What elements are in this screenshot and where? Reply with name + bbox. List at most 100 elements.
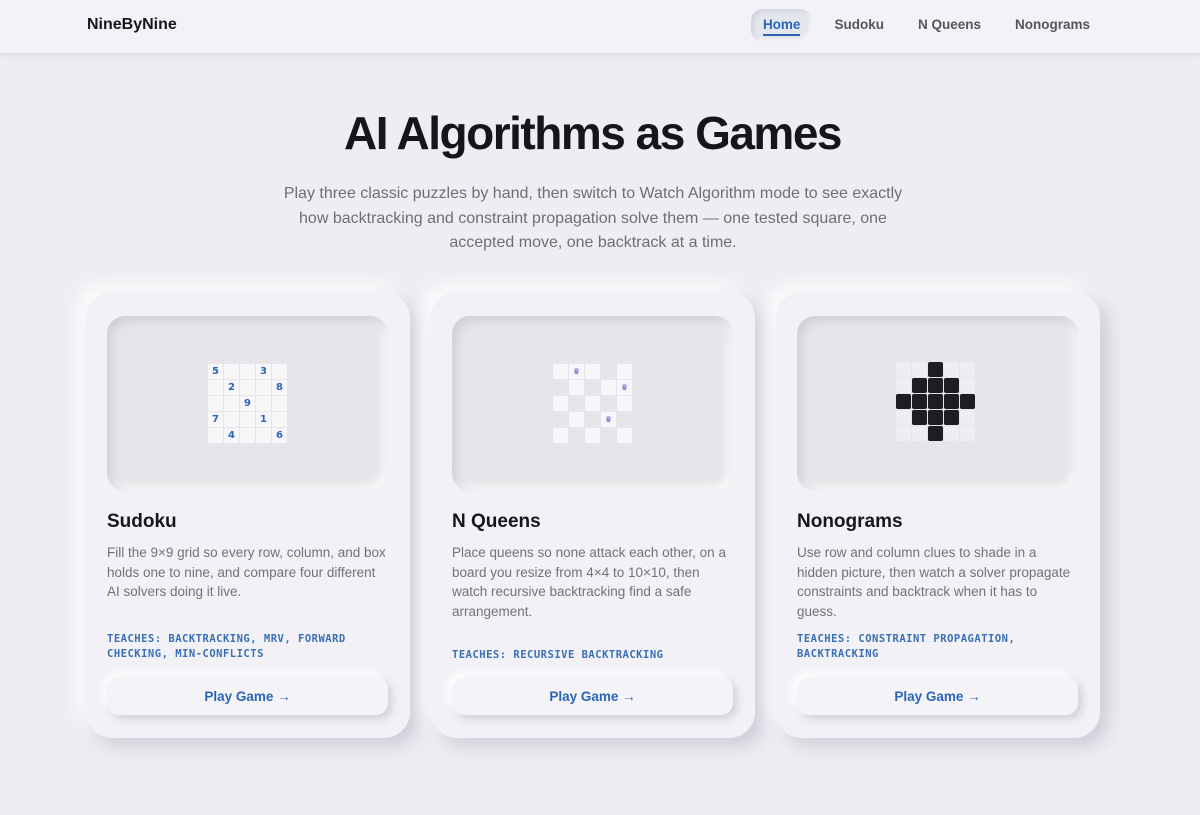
card-description: Fill the 9×9 grid so every row, column, … [107, 545, 386, 600]
n-queens-preview: ♛ ♛ ♛ [452, 316, 733, 491]
board-square [553, 380, 568, 395]
card-teaches: TEACHES: RECURSIVE BACKTRACKING [452, 649, 664, 661]
empty-cell [896, 426, 911, 441]
empty-cell [896, 410, 911, 425]
board-square [601, 396, 616, 411]
sudoku-cell [256, 380, 271, 395]
empty-cell [912, 426, 927, 441]
board-square [569, 396, 584, 411]
sudoku-mini-grid: 5 3 2 8 9 7 1 4 6 [208, 364, 287, 443]
sudoku-cell [208, 380, 223, 395]
sudoku-cell: 2 [224, 380, 239, 395]
sudoku-cell [240, 380, 255, 395]
board-square [553, 412, 568, 427]
sudoku-cell [240, 364, 255, 379]
filled-cell [928, 426, 943, 441]
sudoku-cell [224, 364, 239, 379]
nonogram-mini-grid [896, 362, 975, 441]
sudoku-cell [256, 428, 271, 443]
board-square [617, 364, 632, 379]
sudoku-cell [224, 412, 239, 427]
sudoku-cell: 6 [272, 428, 287, 443]
board-square [569, 412, 584, 427]
filled-cell [912, 394, 927, 409]
board-square [585, 364, 600, 379]
queen-icon: ♛ [569, 364, 584, 379]
page-subtitle: Play three classic puzzles by hand, then… [283, 185, 903, 251]
sudoku-cell [240, 428, 255, 443]
nav-home[interactable]: Home [750, 9, 813, 42]
sudoku-cell: 7 [208, 412, 223, 427]
board-square [585, 380, 600, 395]
card-teaches: TEACHES: BACKTRACKING, MRV, FORWARD CHEC… [107, 633, 346, 660]
sudoku-cell: 5 [208, 364, 223, 379]
card-title: Nonograms [797, 511, 903, 532]
card-sudoku: 5 3 2 8 9 7 1 4 6 Sudoku Fill the 9×9 grid so ev… [86, 292, 410, 738]
play-sudoku-button[interactable]: Play Game → [107, 677, 388, 715]
filled-cell [928, 378, 943, 393]
board-square [617, 428, 632, 443]
card-description: Place queens so none attack each other, … [452, 545, 726, 619]
board-square [617, 412, 632, 427]
sudoku-cell: 8 [272, 380, 287, 395]
filled-cell [912, 378, 927, 393]
nonograms-preview [797, 316, 1078, 491]
queen-icon: ♛ [601, 412, 616, 427]
filled-cell [960, 394, 975, 409]
play-nonograms-button[interactable]: Play Game → [797, 677, 1078, 715]
empty-cell [896, 378, 911, 393]
empty-cell [960, 426, 975, 441]
queen-icon: ♛ [617, 380, 632, 395]
sudoku-cell: 9 [240, 396, 255, 411]
filled-cell [928, 362, 943, 377]
empty-cell [896, 362, 911, 377]
sudoku-cell [208, 396, 223, 411]
empty-cell [960, 378, 975, 393]
card-title: Sudoku [107, 511, 177, 532]
card-description: Use row and column clues to shade in a h… [797, 545, 1071, 619]
filled-cell [896, 394, 911, 409]
empty-cell [912, 362, 927, 377]
sudoku-cell: 3 [256, 364, 271, 379]
board-square [569, 380, 584, 395]
board-square [601, 380, 616, 395]
n-queens-mini-board: ♛ ♛ ♛ [553, 364, 632, 443]
sudoku-cell [272, 412, 287, 427]
card-title: N Queens [452, 511, 541, 532]
empty-cell [944, 426, 959, 441]
sudoku-cell [208, 428, 223, 443]
filled-cell [944, 394, 959, 409]
brand-logo[interactable]: NineByNine [87, 16, 177, 34]
sudoku-cell [272, 396, 287, 411]
board-square [585, 412, 600, 427]
nav-n-queens[interactable]: N Queens [906, 9, 993, 42]
board-square [569, 428, 584, 443]
filled-cell [944, 410, 959, 425]
empty-cell [944, 362, 959, 377]
play-n-queens-button[interactable]: Play Game → [452, 677, 733, 715]
card-nonograms: Nonograms Use row and column clues to sh… [776, 292, 1100, 738]
sudoku-cell [272, 364, 287, 379]
sudoku-cell [224, 396, 239, 411]
board-square [585, 396, 600, 411]
sudoku-cell: 4 [224, 428, 239, 443]
filled-cell [928, 394, 943, 409]
filled-cell [944, 378, 959, 393]
board-square [601, 364, 616, 379]
sudoku-cell [256, 396, 271, 411]
page-title: AI Algorithms as Games [343, 107, 843, 159]
card-n-queens: ♛ ♛ ♛ N Queens Place queens so none attack… [431, 292, 755, 738]
board-square [553, 396, 568, 411]
nav-nonograms[interactable]: Nonograms [1003, 9, 1102, 42]
board-square [553, 364, 568, 379]
top-nav: NineByNine Home Sudoku N Queens Nonogram… [0, 0, 1200, 53]
empty-cell [960, 410, 975, 425]
sudoku-cell [240, 412, 255, 427]
board-square [585, 428, 600, 443]
nav-home-label: Home [762, 17, 801, 36]
card-teaches: TEACHES: CONSTRAINT PROPAGATION, BACKTRA… [797, 633, 1016, 660]
empty-cell [960, 362, 975, 377]
nav-sudoku[interactable]: Sudoku [822, 9, 896, 42]
filled-cell [928, 410, 943, 425]
sudoku-cell: 1 [256, 412, 271, 427]
